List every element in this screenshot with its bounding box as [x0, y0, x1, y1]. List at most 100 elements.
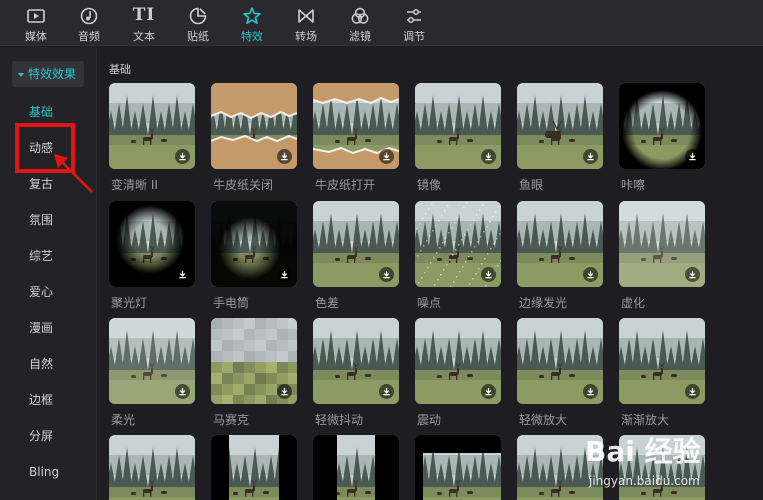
effect-thumbnail[interactable] — [415, 83, 501, 169]
effect-thumbnail[interactable] — [211, 201, 297, 287]
effect-preview-image — [415, 435, 501, 500]
effect-thumbnail[interactable] — [313, 201, 399, 287]
effect-label: 马赛克 — [213, 413, 250, 427]
download-icon[interactable] — [277, 267, 292, 282]
download-icon[interactable] — [685, 149, 700, 164]
media-icon — [10, 4, 62, 26]
effect-thumbnail[interactable] — [211, 435, 297, 500]
download-icon[interactable] — [379, 267, 394, 282]
sidebar-item-0[interactable]: 基础 — [0, 100, 97, 124]
watermark-url: jingyan.baidu.com — [589, 474, 700, 488]
download-icon[interactable] — [175, 267, 190, 282]
download-icon[interactable] — [175, 149, 190, 164]
tab-text[interactable]: TI 文本 — [118, 4, 170, 44]
tab-sticker[interactable]: 贴纸 — [172, 4, 224, 44]
effect-thumbnail[interactable] — [109, 435, 195, 500]
annotation-arrow-icon — [54, 154, 93, 193]
effect-thumbnail[interactable] — [619, 201, 705, 287]
effect-thumbnail[interactable] — [211, 318, 297, 404]
adjust-icon — [388, 4, 440, 26]
download-icon[interactable] — [379, 384, 394, 399]
section-label: 基础 — [109, 63, 131, 76]
tab-label: 调节 — [403, 30, 425, 43]
sidebar-item-5[interactable]: 爱心 — [0, 280, 97, 304]
download-icon[interactable] — [583, 267, 598, 282]
sidebar-item-7[interactable]: 自然 — [0, 352, 97, 376]
download-icon[interactable] — [481, 149, 496, 164]
caret-down-icon — [18, 72, 24, 77]
effect-label: 咔嚓 — [621, 178, 646, 192]
effect-thumbnail[interactable] — [517, 318, 603, 404]
sidebar-item-9[interactable]: 分屏 — [0, 424, 97, 448]
effect-thumbnail[interactable] — [619, 318, 705, 404]
sidebar-item-6[interactable]: 漫画 — [0, 316, 97, 340]
sidebar-item-3[interactable]: 氛围 — [0, 208, 97, 232]
effect-thumbnail[interactable] — [109, 201, 195, 287]
effect-label: 聚光灯 — [111, 296, 148, 310]
effect-thumbnail[interactable] — [415, 318, 501, 404]
download-icon[interactable] — [277, 384, 292, 399]
download-icon[interactable] — [277, 149, 292, 164]
effect-label: 边缘发光 — [519, 296, 568, 310]
transition-icon — [280, 4, 332, 26]
download-icon[interactable] — [583, 149, 598, 164]
effect-thumbnail[interactable] — [313, 318, 399, 404]
audio-icon — [63, 4, 115, 26]
sidebar-item-8[interactable]: 边框 — [0, 388, 97, 412]
tab-label: 转场 — [295, 30, 317, 43]
effect-thumbnail[interactable] — [619, 83, 705, 169]
top-toolbar: 媒体 音频 TI 文本 贴纸 特效 转场 滤镜 调节 — [0, 0, 763, 46]
filter-icon — [334, 4, 386, 26]
sidebar-item-10[interactable]: Bling — [0, 460, 97, 484]
tab-label: 音频 — [78, 30, 100, 43]
effect-label: 震动 — [417, 413, 442, 427]
effects-icon — [226, 4, 278, 26]
effect-thumbnail[interactable] — [517, 201, 603, 287]
effect-label: 噪点 — [417, 296, 442, 310]
effect-thumbnail[interactable] — [211, 83, 297, 169]
effect-thumbnail[interactable] — [109, 83, 195, 169]
effect-label: 鱼眼 — [519, 178, 544, 192]
category-sidebar: 特效效果 基础 动感 复古 氛围 综艺 爱心 漫画 自然 边框 分屏 Bling — [0, 47, 97, 500]
download-icon[interactable] — [685, 384, 700, 399]
download-icon[interactable] — [481, 267, 496, 282]
effect-label: 牛皮纸打开 — [315, 178, 376, 192]
effect-thumbnail[interactable] — [415, 435, 501, 500]
effect-thumbnail[interactable] — [313, 435, 399, 500]
effect-label: 渐渐放大 — [621, 413, 670, 427]
effects-section-toggle[interactable]: 特效效果 — [12, 61, 84, 87]
download-icon[interactable] — [481, 384, 496, 399]
tab-label: 滤镜 — [349, 30, 371, 43]
tab-filter[interactable]: 滤镜 — [334, 4, 386, 44]
effect-label: 变清晰 II — [111, 178, 158, 192]
effect-preview-image — [313, 435, 399, 500]
effect-label: 轻微抖动 — [315, 413, 364, 427]
download-icon[interactable] — [583, 384, 598, 399]
effect-label: 色差 — [315, 296, 340, 310]
tab-label: 贴纸 — [187, 30, 209, 43]
sticker-icon — [172, 4, 224, 26]
effect-label: 镜像 — [417, 178, 442, 192]
effect-label: 虚化 — [621, 296, 646, 310]
tab-media[interactable]: 媒体 — [10, 4, 62, 44]
tab-effects[interactable]: 特效 — [226, 4, 278, 44]
tab-adjust[interactable]: 调节 — [388, 4, 440, 44]
effect-thumbnail[interactable] — [517, 83, 603, 169]
tab-label: 媒体 — [25, 30, 47, 43]
effect-preview-image — [211, 435, 297, 500]
download-icon[interactable] — [685, 267, 700, 282]
effect-label: 轻微放大 — [519, 413, 568, 427]
effect-label: 柔光 — [111, 413, 136, 427]
effect-thumbnail[interactable] — [415, 201, 501, 287]
sidebar-item-4[interactable]: 综艺 — [0, 244, 97, 268]
effect-thumbnail[interactable] — [313, 83, 399, 169]
tab-label: 文本 — [133, 30, 155, 43]
baidu-watermark: Bai 经验 jingyan.baidu.com — [585, 430, 755, 495]
tab-audio[interactable]: 音频 — [63, 4, 115, 44]
download-icon[interactable] — [379, 149, 394, 164]
tab-transition[interactable]: 转场 — [280, 4, 332, 44]
effect-thumbnail[interactable] — [109, 318, 195, 404]
text-icon: TI — [132, 5, 156, 25]
download-icon[interactable] — [175, 384, 190, 399]
effect-label: 牛皮纸关闭 — [213, 178, 274, 192]
